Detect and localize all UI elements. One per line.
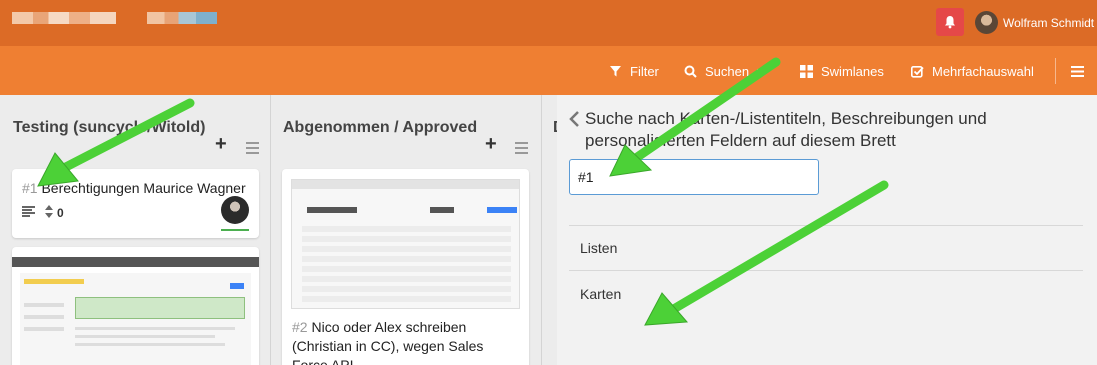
filter-label: Filter <box>630 64 659 79</box>
list-column: Abgenommen / Approved + #2 Nico oder Ale… <box>271 95 541 365</box>
filter-button[interactable]: Filter <box>609 64 659 79</box>
user-name[interactable]: Wolfram Schmidt <box>1003 16 1094 30</box>
search-panel-title: Suche nach Karten-/Listentiteln, Beschre… <box>585 109 987 150</box>
toolbar-divider <box>1055 58 1056 84</box>
card-cover-image <box>291 179 520 309</box>
hamburger-menu-icon[interactable] <box>1071 66 1084 77</box>
card[interactable]: #2 Nico oder Alex schreiben (Christian i… <box>282 169 529 365</box>
list-title[interactable]: Abgenommen / Approved <box>283 119 477 137</box>
swimlanes-button[interactable]: Swimlanes <box>800 64 884 79</box>
search-button[interactable]: Suchen <box>684 64 767 79</box>
card-number: #1 <box>22 180 38 196</box>
multiselect-label: Mehrfachauswahl <box>932 64 1034 79</box>
card[interactable]: #1 Berechtigungen Maurice Wagner 0 <box>12 169 259 238</box>
card-number: #2 <box>292 319 308 335</box>
divider <box>569 225 1083 226</box>
list-column: D <box>542 95 565 365</box>
notifications-button[interactable] <box>936 8 964 36</box>
search-label: Suchen <box>705 64 750 79</box>
card-title: Berechtigungen Maurice Wagner <box>41 180 246 196</box>
screenshot-content <box>20 273 251 365</box>
sort-icon <box>45 205 53 218</box>
blurred-board-name <box>147 12 217 24</box>
card-count: 0 <box>57 206 64 220</box>
label-indicator <box>221 229 249 231</box>
card-title: Nico oder Alex schreiben (Christian in C… <box>292 319 484 365</box>
top-bar: Wolfram Schmidt <box>0 0 1097 46</box>
description-icon <box>22 206 35 217</box>
search-input[interactable] <box>569 159 819 195</box>
member-avatar[interactable] <box>221 196 249 224</box>
swimlanes-label: Swimlanes <box>821 64 884 79</box>
caret-down-icon <box>757 68 767 75</box>
list-menu-icon[interactable] <box>515 142 528 157</box>
card-title-line: #1 Berechtigungen Maurice Wagner <box>22 179 246 198</box>
card-title-line: #2 Nico oder Alex schreiben (Christian i… <box>292 318 522 365</box>
list-column: Testing (suncycle/Witold) + #1 Berechtig… <box>0 95 270 365</box>
bell-icon <box>945 16 955 29</box>
add-card-icon[interactable]: + <box>215 133 227 156</box>
lists-results-heading: Listen <box>580 240 618 256</box>
blurred-logo <box>12 12 116 24</box>
back-chevron-icon[interactable] <box>569 111 580 127</box>
board-toolbar: Filter Suchen Swimlanes Mehrfachauswahl <box>0 46 1097 95</box>
divider <box>569 270 1083 271</box>
card-image-preview[interactable] <box>12 247 259 365</box>
search-sidebar: Suche nach Karten-/Listentiteln, Beschre… <box>557 95 1097 365</box>
user-avatar[interactable] <box>975 11 998 34</box>
grid-icon <box>800 65 813 78</box>
multiselect-button[interactable]: Mehrfachauswahl <box>911 64 1034 79</box>
cards-results-heading: Karten <box>580 286 622 302</box>
screenshot-titlebar <box>12 257 259 267</box>
list-menu-icon[interactable] <box>246 142 259 157</box>
search-icon <box>684 65 697 78</box>
list-title[interactable]: Testing (suncycle/Witold) <box>13 119 205 137</box>
add-card-icon[interactable]: + <box>485 133 497 156</box>
filter-icon <box>610 66 621 77</box>
checkbox-icon <box>911 65 924 78</box>
